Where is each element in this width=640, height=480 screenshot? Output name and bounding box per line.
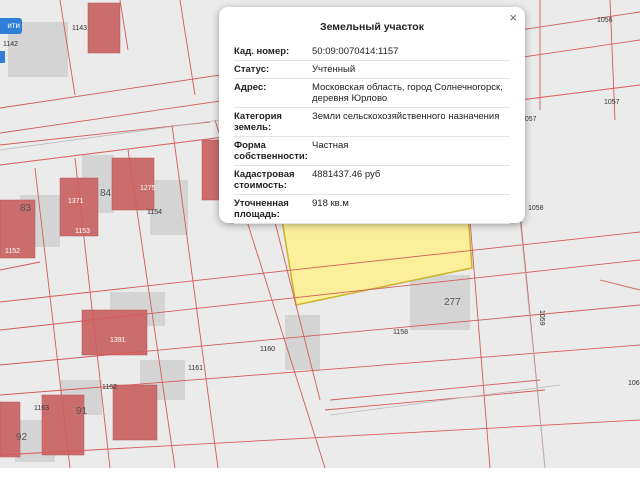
map-side-tab[interactable] xyxy=(0,51,5,63)
info-value: 918 кв.м xyxy=(312,198,349,209)
parcel-label-1058: 1058 xyxy=(528,205,544,212)
info-value: Земли сельскохозяйственного назначения xyxy=(312,111,500,122)
bottom-bar xyxy=(0,468,640,480)
parcel-label-1158: 1158 xyxy=(393,329,408,336)
popup-info-table: Кад. номер: 50:09:0070414:1157 Статус: У… xyxy=(234,43,510,224)
parcel-label-1162: 1162 xyxy=(102,384,117,391)
info-row-status: Статус: Учтенный xyxy=(234,61,510,79)
map-side-button-label: ити xyxy=(7,21,20,30)
info-value: 4881437.46 руб xyxy=(312,169,381,180)
info-row-cadastral-value: Кадастровая стоимость: 4881437.46 руб xyxy=(234,166,510,195)
parcel-label-1060: 1060 xyxy=(628,380,640,387)
parcel-label-1161: 1161 xyxy=(188,365,203,372)
info-row-land-category: Категория земель: Земли сельскохозяйстве… xyxy=(234,108,510,137)
parcel-label-1056: 1056 xyxy=(597,17,613,24)
parcel-label-1059: 1059 xyxy=(538,310,545,326)
info-key: Кадастровая стоимость: xyxy=(234,169,295,191)
info-key: Категория земель: xyxy=(234,111,282,133)
info-value: Учтенный xyxy=(312,64,356,75)
info-row-ownership: Форма собственности: Частная xyxy=(234,137,510,166)
parcel-label-1154: 1154 xyxy=(147,209,162,216)
info-value: 50:09:0070414:1157 xyxy=(312,46,399,57)
address-label-1391: 1391 xyxy=(110,337,126,344)
close-icon[interactable]: × xyxy=(509,10,517,25)
parcel-info-popup: Земельный участок × Кад. номер: 50:09:00… xyxy=(219,7,525,224)
info-value: Московская область, город Солнечногорск,… xyxy=(312,82,503,104)
info-key: Уточненная площадь: xyxy=(234,198,289,220)
info-row-area: Уточненная площадь: 918 кв.м xyxy=(234,195,510,224)
info-key: Кад. номер: xyxy=(234,46,290,57)
parcel-label-1160: 1160 xyxy=(260,346,275,353)
building-label-83: 83 xyxy=(20,203,32,214)
info-key: Статус: xyxy=(234,64,270,75)
parcel-label-1057: 1057 xyxy=(604,99,620,106)
info-key: Форма собственности: xyxy=(234,140,308,162)
info-row-cadastral-number: Кад. номер: 50:09:0070414:1157 xyxy=(234,43,510,61)
parcel-label-1142: 1142 xyxy=(3,41,18,48)
parcel-label-1163: 1163 xyxy=(34,405,49,412)
info-value: Частная xyxy=(312,140,349,151)
building-label-91: 91 xyxy=(76,406,88,417)
address-label-1371: 1371 xyxy=(68,198,84,205)
info-key: Адрес: xyxy=(234,82,267,93)
parcel-label-1152: 1152 xyxy=(5,248,20,255)
building-label-84: 84 xyxy=(100,188,112,199)
popup-title: Земельный участок xyxy=(320,21,424,33)
info-row-address: Адрес: Московская область, город Солнечн… xyxy=(234,79,510,108)
parcel-label-1143: 1143 xyxy=(72,25,87,32)
address-label-1275: 1275 xyxy=(140,185,156,192)
building-label-92: 92 xyxy=(16,432,28,443)
building-label-277: 277 xyxy=(444,297,461,308)
map-side-button[interactable]: ити xyxy=(0,18,22,34)
parcel-label-1153: 1153 xyxy=(75,228,90,235)
